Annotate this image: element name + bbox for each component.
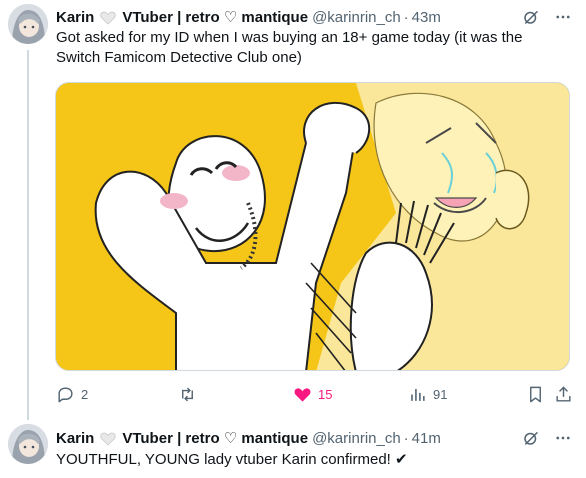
avatar[interactable] bbox=[8, 4, 48, 44]
views-icon bbox=[411, 388, 425, 401]
heart-emoji-icon bbox=[100, 11, 117, 25]
heart-emoji-icon bbox=[100, 432, 117, 446]
view-count: 91 bbox=[433, 386, 448, 402]
tweet-header: Karin VTuber | retro ♡ mantique @karinri… bbox=[56, 8, 536, 28]
reply-count: 2 bbox=[81, 386, 89, 402]
timestamp[interactable]: 41m bbox=[412, 429, 441, 449]
retweet-icon bbox=[182, 387, 193, 401]
grok-icon[interactable] bbox=[522, 429, 540, 447]
like-icon bbox=[294, 387, 311, 402]
bookmark-button[interactable] bbox=[526, 385, 545, 404]
thread-line bbox=[27, 50, 29, 420]
tweet-2[interactable]: Karin VTuber | retro ♡ mantique @karinri… bbox=[0, 420, 586, 478]
timestamp[interactable]: 43m bbox=[412, 8, 441, 28]
more-icon[interactable] bbox=[554, 8, 572, 26]
avatar-illustration bbox=[8, 424, 48, 464]
display-name[interactable]: Karin bbox=[56, 8, 94, 28]
user-handle[interactable]: @karinrin_ch bbox=[312, 8, 401, 28]
header-icons bbox=[522, 8, 572, 26]
grok-icon[interactable] bbox=[522, 8, 540, 26]
avatar-illustration bbox=[8, 4, 48, 44]
tweet-text: Got asked for my ID when I was buying an… bbox=[56, 29, 523, 66]
more-icon[interactable] bbox=[554, 429, 572, 447]
display-name-suffix[interactable]: VTuber | retro ♡ mantique bbox=[122, 8, 308, 28]
separator-dot: · bbox=[403, 430, 409, 447]
share-icon bbox=[556, 385, 571, 402]
display-name[interactable]: Karin bbox=[56, 429, 94, 449]
like-button[interactable]: 15 bbox=[293, 385, 332, 404]
tweet-1[interactable]: Karin VTuber | retro ♡ mantique @karinri… bbox=[0, 0, 586, 420]
avatar[interactable] bbox=[8, 424, 48, 464]
retweet-button[interactable] bbox=[178, 385, 203, 404]
doodle-illustration bbox=[56, 83, 569, 370]
like-count: 15 bbox=[318, 386, 333, 402]
tweet-header: Karin VTuber | retro ♡ mantique @karinri… bbox=[56, 429, 536, 449]
display-name-suffix[interactable]: VTuber | retro ♡ mantique bbox=[122, 429, 308, 449]
reply-button[interactable]: 2 bbox=[56, 385, 88, 404]
share-button[interactable] bbox=[554, 385, 573, 404]
separator-dot: · bbox=[403, 9, 409, 26]
action-bar: 2 15 91 bbox=[56, 384, 572, 404]
bookmark-icon bbox=[530, 386, 541, 402]
views-button[interactable]: 91 bbox=[408, 385, 447, 404]
tweet-image[interactable] bbox=[55, 82, 570, 371]
header-icons bbox=[522, 429, 572, 447]
reply-icon bbox=[58, 386, 73, 402]
user-handle[interactable]: @karinrin_ch bbox=[312, 429, 401, 449]
tweet-text: YOUTHFUL, YOUNG lady vtuber Karin confir… bbox=[56, 451, 408, 468]
